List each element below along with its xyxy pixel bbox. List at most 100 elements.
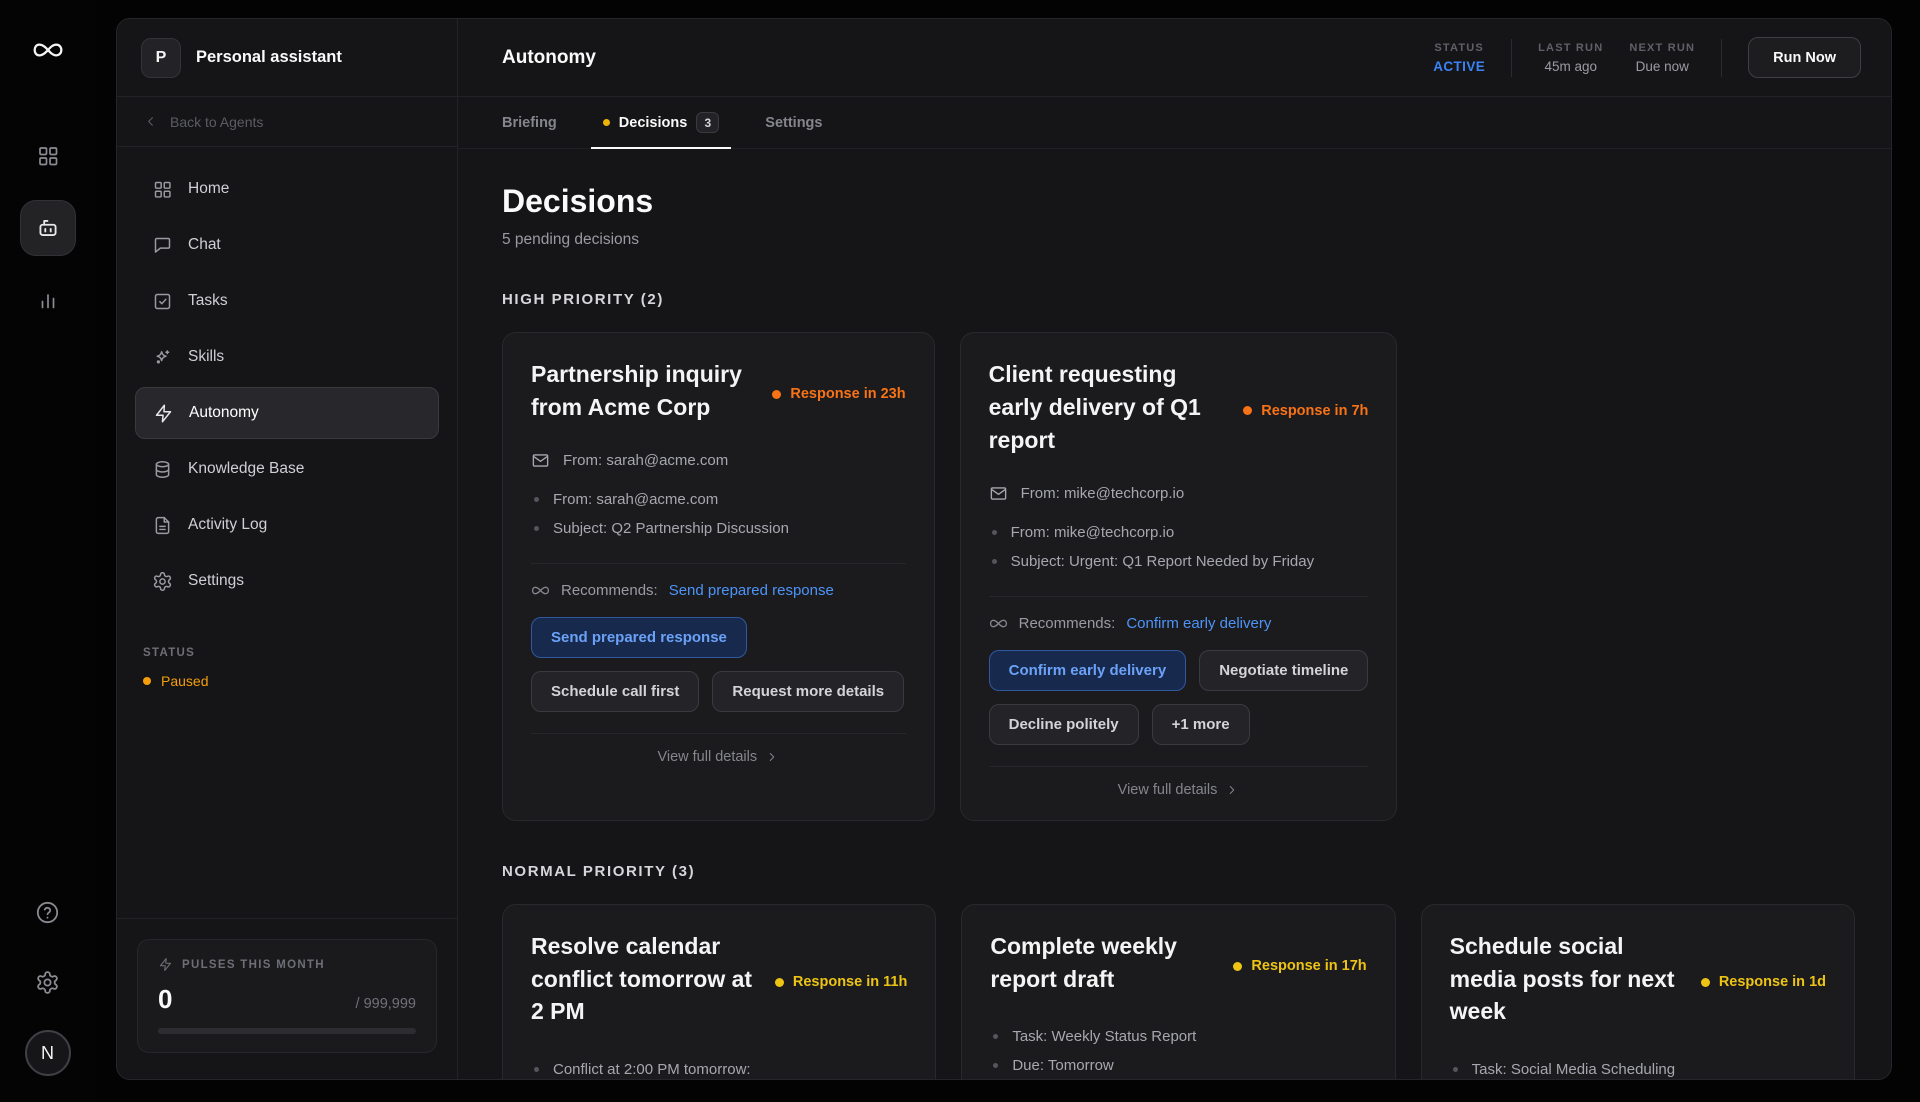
priority-dot-icon: [775, 978, 784, 987]
card-title: Schedule social media posts for next wee…: [1450, 930, 1689, 1029]
nav-label: Activity Log: [188, 516, 267, 534]
main-area: Autonomy STATUS ACTIVE LAST RUN 45m ago …: [458, 19, 1891, 1079]
tab-decisions[interactable]: Decisions 3: [603, 97, 720, 148]
robot-icon: [35, 215, 61, 241]
status-active-value: ACTIVE: [1433, 59, 1485, 74]
status-value: Paused: [143, 673, 431, 689]
nav-item-knowledge-base[interactable]: Knowledge Base: [135, 443, 439, 495]
meta-last-run: LAST RUN 45m ago: [1538, 42, 1603, 74]
task-check-icon: [152, 291, 173, 312]
chevron-left-icon: [143, 114, 158, 129]
action-button[interactable]: Negotiate timeline: [1199, 650, 1368, 691]
priority-dot-icon: [772, 390, 781, 399]
nav-item-home[interactable]: Home: [135, 163, 439, 215]
view-full-details-link[interactable]: View full details: [989, 766, 1369, 812]
main-header: Autonomy STATUS ACTIVE LAST RUN 45m ago …: [458, 19, 1891, 97]
nav-item-activity-log[interactable]: Activity Log: [135, 499, 439, 551]
tab-briefing[interactable]: Briefing: [502, 97, 557, 148]
detail-list: Task: Weekly Status Report Due: Tomorrow: [990, 1022, 1366, 1079]
page-title: Decisions: [502, 183, 1855, 220]
nav-label: Home: [188, 180, 229, 198]
divider: [1721, 39, 1722, 77]
tab-settings[interactable]: Settings: [765, 97, 822, 148]
mail-row: From: sarah@acme.com: [531, 451, 906, 470]
lightning-icon: [153, 403, 174, 424]
response-badge: Response in 23h: [772, 358, 905, 424]
response-badge: Response in 1d: [1701, 930, 1826, 1029]
divider: [1511, 39, 1512, 77]
recommendation-row: Recommends: Confirm early delivery: [989, 614, 1369, 633]
bullet-icon: [992, 559, 997, 564]
back-label: Back to Agents: [170, 114, 263, 130]
rail-bottom: N: [25, 890, 71, 1076]
action-button[interactable]: Request more details: [712, 671, 904, 712]
nav-item-autonomy[interactable]: Autonomy: [135, 387, 439, 439]
help-circle-icon: [35, 900, 60, 925]
help-button[interactable]: [26, 890, 70, 934]
nav-item-settings[interactable]: Settings: [135, 555, 439, 607]
nav-item-chat[interactable]: Chat: [135, 219, 439, 271]
rail-analytics-button[interactable]: [26, 278, 70, 322]
card-title: Complete weekly report draft: [990, 930, 1221, 996]
response-badge: Response in 11h: [775, 930, 907, 1029]
bullet-icon: [992, 530, 997, 535]
mail-row: From: mike@techcorp.io: [989, 484, 1369, 503]
pulses-limit: / 999,999: [356, 996, 416, 1012]
action-button[interactable]: Decline politely: [989, 704, 1139, 745]
action-button-more[interactable]: +1 more: [1152, 704, 1250, 745]
decision-card: Schedule social media posts for next wee…: [1421, 904, 1855, 1079]
page-header-title: Autonomy: [502, 47, 596, 69]
recommended-action-link[interactable]: Confirm early delivery: [1126, 615, 1271, 632]
chevron-right-icon: [765, 750, 779, 764]
rail-settings-button[interactable]: [26, 960, 70, 1004]
bullet-icon: [534, 526, 539, 531]
panel-footer: PULSES THIS MONTH 0 / 999,999: [117, 918, 457, 1079]
nav-label: Settings: [188, 572, 244, 590]
detail-item: From: mike@techcorp.io: [989, 518, 1369, 547]
pulses-header: PULSES THIS MONTH: [158, 957, 416, 972]
bullet-icon: [534, 1067, 539, 1072]
nav-label: Chat: [188, 236, 221, 254]
header-meta: STATUS ACTIVE LAST RUN 45m ago NEXT RUN …: [1433, 37, 1861, 78]
decision-card: Complete weekly report draft Response in…: [961, 904, 1395, 1079]
view-full-details-link[interactable]: View full details: [531, 733, 906, 779]
rail-agents-button[interactable]: [20, 200, 76, 256]
nav-item-tasks[interactable]: Tasks: [135, 275, 439, 327]
document-icon: [152, 515, 173, 536]
sparkle-icon: [152, 347, 173, 368]
divider: [531, 563, 906, 564]
action-buttons: Confirm early delivery Negotiate timelin…: [989, 650, 1369, 745]
app-window: P Personal assistant Back to Agents Home…: [116, 18, 1892, 1080]
agent-panel: P Personal assistant Back to Agents Home…: [117, 19, 458, 1079]
action-button[interactable]: Schedule call first: [531, 671, 699, 712]
user-avatar[interactable]: N: [25, 1030, 71, 1076]
action-button-primary[interactable]: Confirm early delivery: [989, 650, 1187, 691]
pulses-label: PULSES THIS MONTH: [182, 959, 325, 971]
rail-dashboard-button[interactable]: [26, 134, 70, 178]
action-button-primary[interactable]: Send prepared response: [531, 617, 747, 658]
back-to-agents-link[interactable]: Back to Agents: [117, 97, 457, 147]
recommended-action-link[interactable]: Send prepared response: [669, 582, 834, 599]
recommendation-row: Recommends: Send prepared response: [531, 581, 906, 600]
detail-list: Task: Social Media Scheduling Drafts rea…: [1450, 1055, 1826, 1079]
normal-priority-grid: Resolve calendar conflict tomorrow at 2 …: [502, 904, 1855, 1079]
agent-title: Personal assistant: [196, 48, 342, 67]
action-buttons: Send prepared response Schedule call fir…: [531, 617, 906, 712]
envelope-icon: [989, 484, 1008, 503]
section-label-high-priority: HIGH PRIORITY (2): [502, 291, 1855, 308]
decision-card: Partnership inquiry from Acme Corp Respo…: [502, 332, 935, 821]
nav-item-skills[interactable]: Skills: [135, 331, 439, 383]
gear-icon: [35, 970, 60, 995]
detail-item: Task: Social Media Scheduling: [1450, 1055, 1826, 1079]
pulses-card: PULSES THIS MONTH 0 / 999,999: [137, 939, 437, 1053]
home-grid-icon: [152, 179, 173, 200]
run-now-button[interactable]: Run Now: [1748, 37, 1861, 78]
meta-status: STATUS ACTIVE: [1433, 42, 1485, 74]
detail-item: Due: Tomorrow: [990, 1051, 1366, 1079]
detail-list: Conflict at 2:00 PM tomorrow: • Team Syn…: [531, 1055, 907, 1079]
chat-bubble-icon: [152, 235, 173, 256]
divider: [989, 596, 1369, 597]
bullet-icon: [993, 1034, 998, 1039]
nav-label: Tasks: [188, 292, 228, 310]
pending-dot-icon: [603, 119, 610, 126]
